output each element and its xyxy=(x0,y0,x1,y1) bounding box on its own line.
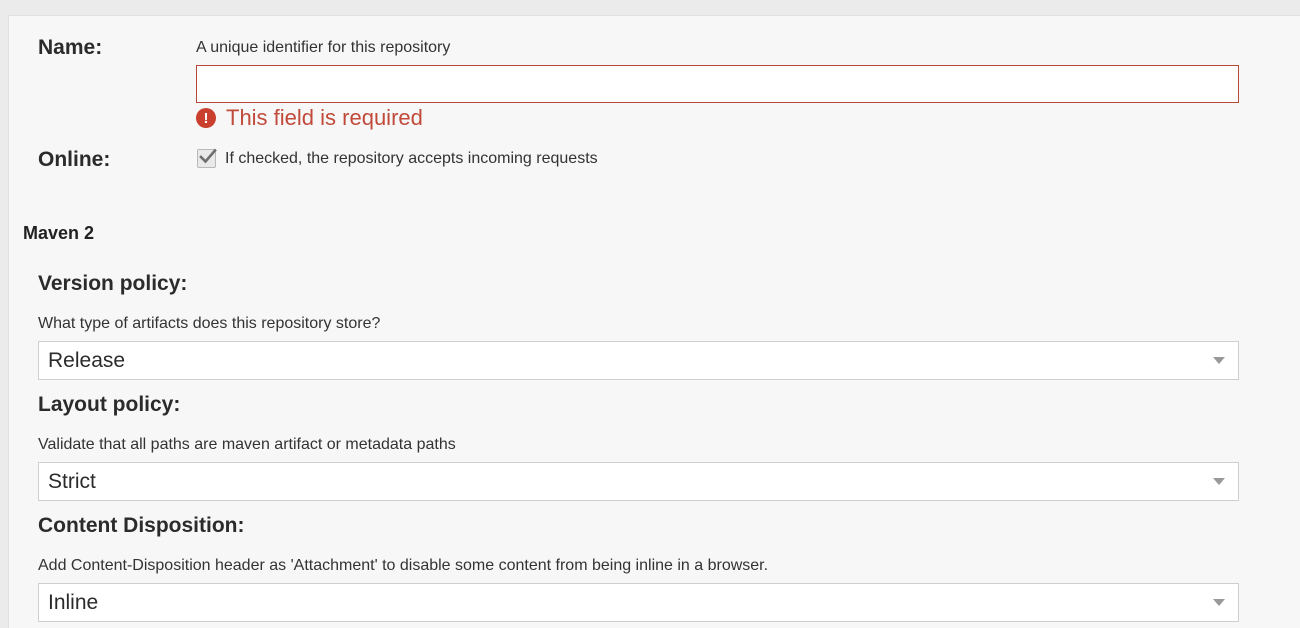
chevron-down-icon[interactable] xyxy=(1213,357,1225,364)
name-error-text: This field is required xyxy=(226,105,423,130)
layout-policy-label: Layout policy: xyxy=(38,393,181,416)
exclamation-circle-icon: ! xyxy=(196,108,216,128)
version-policy-help-text: What type of artifacts does this reposit… xyxy=(38,315,381,332)
name-help-text: A unique identifier for this repository xyxy=(196,39,451,56)
online-help-text: If checked, the repository accepts incom… xyxy=(225,149,598,167)
online-checkbox[interactable] xyxy=(197,148,217,168)
content-disposition-help-text: Add Content-Disposition header as 'Attac… xyxy=(38,557,769,574)
name-error: ! This field is required xyxy=(196,105,423,131)
chevron-down-icon[interactable] xyxy=(1213,599,1225,606)
section-title: Maven 2 xyxy=(23,223,95,243)
content-disposition-value: Inline xyxy=(48,590,99,614)
layout-policy-select[interactable]: Strict xyxy=(38,462,1239,501)
online-checkbox-row: If checked, the repository accepts incom… xyxy=(197,148,598,168)
layout-policy-help-text: Validate that all paths are maven artifa… xyxy=(38,436,456,453)
version-policy-value: Release xyxy=(48,348,126,372)
version-policy-select[interactable]: Release xyxy=(38,341,1239,380)
repository-form-panel: Name: A unique identifier for this repos… xyxy=(8,15,1300,628)
online-label: Online: xyxy=(38,148,111,171)
version-policy-label: Version policy: xyxy=(38,272,188,295)
checkmark-icon xyxy=(199,148,217,164)
chevron-down-icon[interactable] xyxy=(1213,478,1225,485)
name-input[interactable] xyxy=(196,65,1239,103)
name-label: Name: xyxy=(38,36,103,59)
content-disposition-label: Content Disposition: xyxy=(38,514,245,537)
content-disposition-select[interactable]: Inline xyxy=(38,583,1239,622)
layout-policy-value: Strict xyxy=(48,469,96,493)
